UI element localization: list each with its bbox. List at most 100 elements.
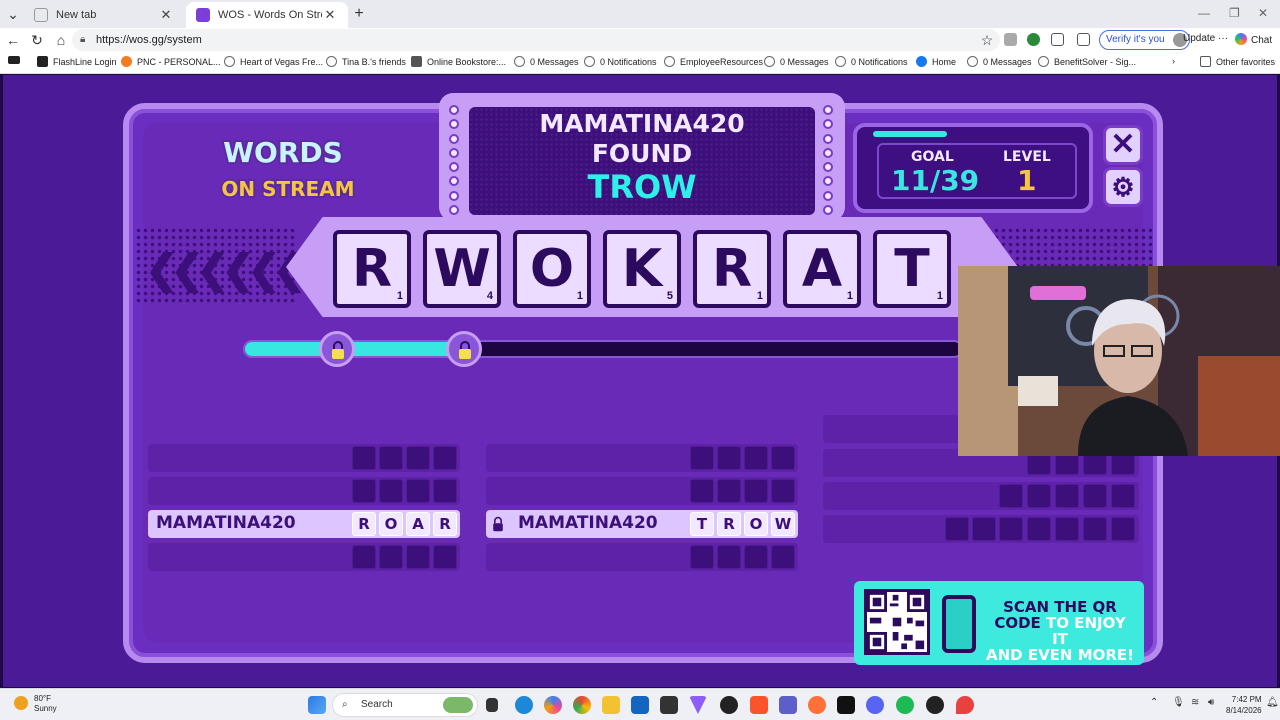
volume-icon[interactable]: 🔊︎ — [1208, 697, 1214, 708]
close-tab-icon[interactable]: ✕ — [158, 7, 174, 23]
extension-icon[interactable] — [1004, 33, 1017, 46]
other-favorites[interactable]: Other favorites — [1200, 56, 1275, 67]
tile-points: 4 — [486, 290, 493, 302]
edge-icon[interactable] — [515, 696, 533, 714]
notifications-bell-icon[interactable]: 🔔︎ — [1266, 697, 1279, 708]
letter-box — [433, 545, 457, 569]
taskbar-search[interactable]: ⌕ Search — [332, 693, 478, 717]
word-slot-row: MAMATINA420 T R O W — [486, 510, 798, 538]
spotify-icon[interactable] — [896, 696, 914, 714]
weather-widget[interactable]: 80°F Sunny — [14, 694, 57, 714]
reload-icon[interactable]: ↻ — [28, 31, 46, 49]
windows-start-icon[interactable] — [308, 696, 326, 714]
search-highlight-icon — [443, 697, 473, 713]
tab-wos[interactable]: WOS - Words On Stream ✕ — [186, 2, 348, 28]
obs-icon[interactable] — [926, 696, 944, 714]
bookmark-item[interactable]: BenefitSolver - Sig... — [1038, 56, 1136, 67]
word-slot-row — [148, 444, 460, 472]
extensions-puzzle-icon[interactable] — [1051, 33, 1064, 46]
pnc-icon — [121, 56, 132, 67]
letter-tile[interactable]: R1 — [693, 230, 771, 308]
letter-tile[interactable]: K5 — [603, 230, 681, 308]
bookmark-label: 0 Messages — [530, 56, 579, 67]
letter-tile[interactable]: A1 — [783, 230, 861, 308]
verify-button[interactable]: Verify it's you — [1099, 30, 1190, 50]
minimize-icon[interactable]: — — [1198, 6, 1210, 20]
wifi-icon[interactable]: ≋ — [1191, 697, 1199, 708]
close-tab-icon[interactable]: ✕ — [322, 7, 338, 23]
tile-points: 1 — [396, 290, 403, 302]
task-view-icon[interactable] — [486, 698, 498, 712]
app-icon[interactable] — [660, 696, 678, 714]
update-button[interactable]: Update ··· — [1183, 33, 1228, 44]
word-slot-row — [148, 477, 460, 505]
settings-button[interactable]: ⚙ — [1103, 167, 1143, 207]
tab-new-tab[interactable]: New tab ✕ — [24, 2, 184, 28]
weather-temp: 80°F — [34, 694, 51, 703]
maps-pin-icon[interactable] — [956, 696, 974, 714]
clock-time: 7:42 PM — [1231, 695, 1262, 704]
new-tab-button[interactable]: + — [350, 5, 368, 23]
letter-tile[interactable]: O1 — [513, 230, 591, 308]
bookmark-item[interactable]: 0 Messages — [764, 56, 829, 67]
globe-icon — [764, 56, 775, 67]
logo-text-on-stream: ON STREAM — [221, 177, 354, 201]
outlook-icon[interactable] — [631, 696, 649, 714]
favorite-star-icon[interactable]: ☆ — [978, 31, 996, 49]
tab-list-chevron-icon[interactable]: ⌄ — [4, 5, 22, 23]
milestone-lock — [319, 331, 355, 367]
vpn-icon[interactable] — [689, 696, 707, 714]
bookmarks-overflow-chevron-icon[interactable]: › — [1172, 56, 1175, 66]
bookmark-item[interactable]: 0 Messages — [514, 56, 579, 67]
home-icon[interactable]: ⌂ — [52, 31, 70, 49]
tray-chevron-icon[interactable]: ⌃ — [1150, 697, 1158, 708]
board-screen: MAMATINA420 FOUND TROW — [469, 107, 815, 215]
letter-box — [744, 545, 768, 569]
qr-promo-panel[interactable]: SCAN THE QR CODE TO ENJOY IT AND EVEN MO… — [854, 581, 1144, 665]
window-close-icon[interactable]: ✕ — [1258, 6, 1268, 20]
firefox-icon[interactable] — [808, 696, 826, 714]
globe-icon — [584, 56, 595, 67]
page-icon — [34, 8, 48, 22]
verify-label: Verify it's you — [1106, 34, 1165, 45]
back-arrow-icon[interactable]: ← — [4, 31, 22, 49]
letter-box — [771, 479, 795, 503]
bookmark-item[interactable]: Home — [916, 56, 956, 67]
letter-tile[interactable]: T1 — [873, 230, 951, 308]
letter-box — [433, 479, 457, 503]
reading-icon[interactable] — [8, 56, 25, 64]
bookmark-item[interactable]: Online Bookstore:... — [411, 56, 506, 67]
teams-icon[interactable] — [779, 696, 797, 714]
brave-icon[interactable] — [750, 696, 768, 714]
word-slot-row — [486, 543, 798, 571]
copilot-icon[interactable] — [544, 696, 562, 714]
found-word: TROW — [587, 168, 697, 206]
app-icon[interactable] — [720, 696, 738, 714]
favorites-icon[interactable] — [1077, 33, 1090, 46]
chat-button[interactable]: Chat — [1235, 33, 1272, 46]
microphone-icon[interactable]: 🎙︎ — [1172, 697, 1185, 708]
extension-icon[interactable] — [1027, 33, 1040, 46]
letter-tile[interactable]: R1 — [333, 230, 411, 308]
bookmark-item[interactable]: Heart of Vegas Fre... — [224, 56, 323, 67]
tiktok-icon[interactable] — [837, 696, 855, 714]
tile-letter: R — [711, 239, 753, 299]
url-field[interactable]: 🔒︎ https://wos.gg/system — [72, 29, 1000, 51]
bookmark-item[interactable]: 0 Messages — [967, 56, 1032, 67]
discord-icon[interactable] — [866, 696, 884, 714]
close-button[interactable]: ✕ — [1103, 125, 1143, 165]
bookmark-item[interactable]: EmployeeResources — [664, 56, 763, 67]
maximize-icon[interactable]: ❐ — [1229, 6, 1240, 20]
bookmark-item[interactable]: 0 Notifications — [584, 56, 657, 67]
update-label: Update — [1183, 33, 1216, 44]
tab-title: New tab — [56, 9, 97, 21]
chrome-icon[interactable] — [573, 696, 591, 714]
bookmark-item[interactable]: FlashLine Login — [37, 56, 117, 67]
letter-tile[interactable]: W4 — [423, 230, 501, 308]
bookmark-item[interactable]: PNC - PERSONAL... — [121, 56, 221, 67]
bookmark-label: Home — [932, 56, 957, 67]
bookmark-item[interactable]: Tina B.'s friends — [326, 56, 406, 67]
bookmark-item[interactable]: 0 Notifications — [835, 56, 908, 67]
file-explorer-icon[interactable] — [602, 696, 620, 714]
clock[interactable]: 7:42 PM 8/14/2026 — [1226, 694, 1262, 716]
